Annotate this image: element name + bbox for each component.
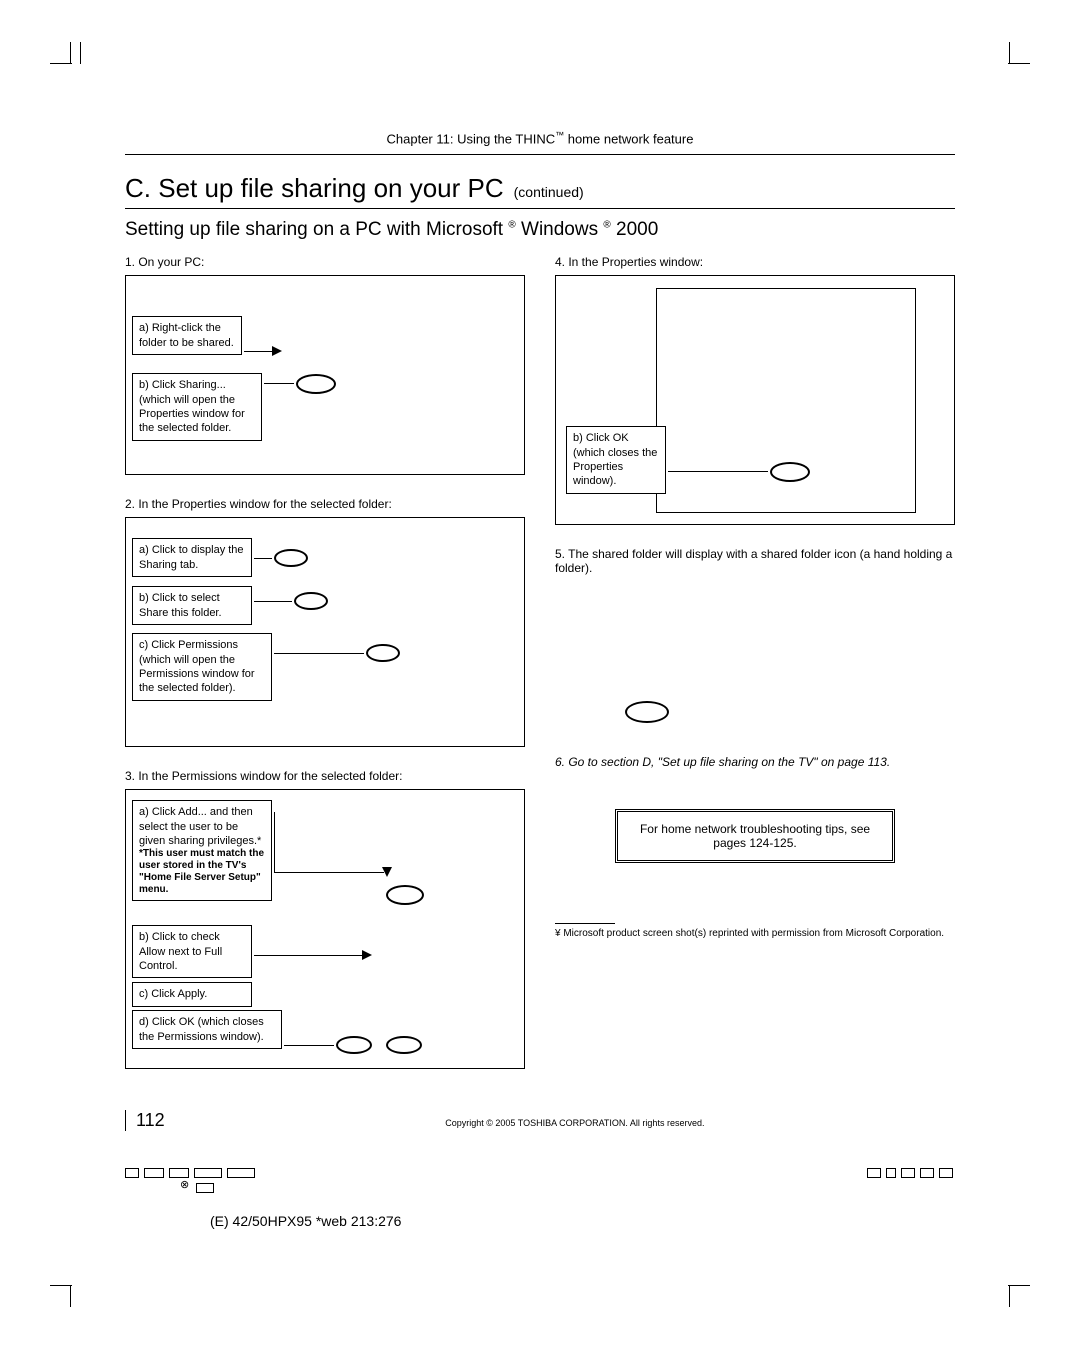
subhead-pre: Setting up file sharing on a PC with Mic… xyxy=(125,219,508,240)
callout-3a: a) Click Add... and then select the user… xyxy=(139,805,265,848)
crop-mark xyxy=(1008,1285,1030,1286)
balloon-icon xyxy=(294,592,328,610)
connector-line xyxy=(254,601,292,602)
page-number: 112 xyxy=(125,1110,165,1131)
footnote-bullet: ¥ xyxy=(555,928,561,939)
step-1-label: 1. On your PC: xyxy=(125,255,525,269)
right-column: 4. In the Properties window: b) Click OK… xyxy=(555,255,955,1069)
arrow-icon xyxy=(382,867,392,877)
chapter-prefix: Chapter 11: Using the THINC xyxy=(387,131,556,146)
page-footer: 112 Copyright © 2005 TOSHIBA CORPORATION… xyxy=(125,1110,955,1131)
balloon-icon xyxy=(366,644,400,662)
connector-line xyxy=(244,351,274,352)
arrow-icon xyxy=(362,950,372,960)
connector-line xyxy=(254,955,364,956)
left-column: 1. On your PC: a) Right-click the folder… xyxy=(125,255,525,1069)
callout-3a-note: *This user must match the user stored in… xyxy=(139,848,265,896)
step-3-label: 3. In the Permissions window for the sel… xyxy=(125,769,525,783)
callout-2b: b) Click to select Share this folder. xyxy=(132,586,252,625)
step-2-label: 2. In the Properties window for the sele… xyxy=(125,497,525,511)
troubleshooting-tip-box: For home network troubleshooting tips, s… xyxy=(615,809,895,863)
step-4-label: 4. In the Properties window: xyxy=(555,255,955,269)
crop-mark xyxy=(1009,1285,1010,1307)
subhead-tail: 2000 xyxy=(611,219,659,240)
figure-2: a) Click to display the Sharing tab. b) … xyxy=(125,517,525,747)
crop-mark xyxy=(70,1285,71,1307)
registered-symbol: ® xyxy=(603,220,610,231)
subheading: Setting up file sharing on a PC with Mic… xyxy=(125,219,955,241)
crop-mark xyxy=(50,63,72,64)
figure-5 xyxy=(555,581,955,741)
subhead-mid: Windows xyxy=(516,219,604,240)
overflow-glyph: ⊗ xyxy=(180,1178,189,1191)
callout-3c: c) Click Apply. xyxy=(132,982,252,1006)
balloon-icon xyxy=(296,374,336,394)
crop-mark xyxy=(1009,42,1010,64)
footnote-rule xyxy=(555,923,615,924)
step-6-label: 6. Go to section D, "Set up file sharing… xyxy=(555,755,955,769)
callout-2a: a) Click to display the Sharing tab. xyxy=(132,538,252,577)
connector-line xyxy=(264,383,294,384)
balloon-icon xyxy=(386,885,424,905)
ms-footnote: ¥ Microsoft product screen shot(s) repri… xyxy=(555,928,955,941)
divider xyxy=(125,154,955,155)
callout-3d: d) Click OK (which closes the Permission… xyxy=(132,1010,282,1049)
chapter-header: Chapter 11: Using the THINC™ home networ… xyxy=(125,130,955,146)
connector-line xyxy=(274,872,384,873)
slug-boxes-right xyxy=(867,1168,955,1181)
figure-1: a) Right-click the folder to be shared. … xyxy=(125,275,525,475)
connector-line xyxy=(668,471,768,472)
crop-mark xyxy=(80,42,81,64)
footnote-text: Microsoft product screen shot(s) reprint… xyxy=(563,928,944,939)
connector-line xyxy=(274,812,275,872)
callout-3b: b) Click to check Allow next to Full Con… xyxy=(132,925,252,978)
section-heading: C. Set up file sharing on your PC (conti… xyxy=(125,173,955,204)
callout-3a-box: a) Click Add... and then select the user… xyxy=(132,800,272,901)
connector-line xyxy=(254,558,272,559)
callout-1a: a) Right-click the folder to be shared. xyxy=(132,316,242,355)
heading-continued: (continued) xyxy=(514,184,584,200)
connector-line xyxy=(274,653,364,654)
bottom-status-label: (E) 42/50HPX95 *web 213:276 xyxy=(210,1213,401,1229)
divider xyxy=(125,208,955,209)
heading-title: C. Set up file sharing on your PC xyxy=(125,173,504,204)
balloon-icon xyxy=(386,1036,422,1054)
balloon-icon xyxy=(625,701,669,723)
balloon-icon xyxy=(274,549,308,567)
trademark-symbol: ™ xyxy=(555,130,564,140)
callout-4b: b) Click OK (which closes the Properties… xyxy=(566,426,666,493)
step-5-label: 5. The shared folder will display with a… xyxy=(555,547,955,575)
figure-3: a) Click Add... and then select the user… xyxy=(125,789,525,1069)
registered-symbol: ® xyxy=(508,220,515,231)
crop-mark xyxy=(1008,63,1030,64)
connector-line xyxy=(284,1045,334,1046)
slug-line xyxy=(125,1168,955,1181)
arrow-icon xyxy=(272,346,282,356)
callout-2c: c) Click Permissions (which will open th… xyxy=(132,633,272,700)
copyright-text: Copyright © 2005 TOSHIBA CORPORATION. Al… xyxy=(445,1118,704,1128)
crop-mark xyxy=(70,42,71,64)
figure-4: b) Click OK (which closes the Properties… xyxy=(555,275,955,525)
chapter-suffix: home network feature xyxy=(564,131,693,146)
balloon-icon xyxy=(336,1036,372,1054)
overflow-icon xyxy=(196,1183,214,1193)
callout-1b: b) Click Sharing... (which will open the… xyxy=(132,373,262,440)
slug-boxes-left xyxy=(125,1168,257,1181)
crop-mark xyxy=(50,1285,72,1286)
